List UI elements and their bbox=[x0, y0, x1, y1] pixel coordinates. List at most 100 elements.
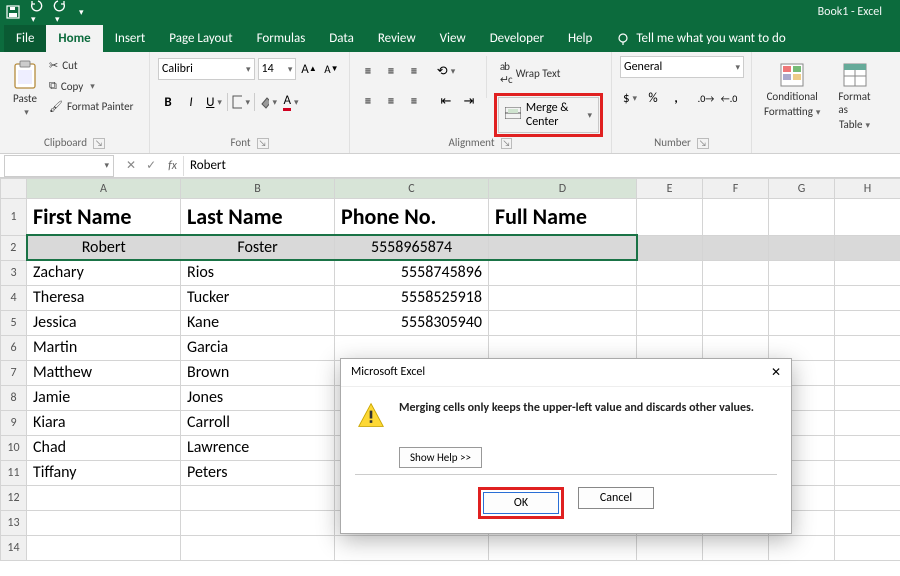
col-header-e[interactable]: E bbox=[637, 179, 703, 199]
cell[interactable]: 5558305940 bbox=[335, 311, 488, 334]
cell[interactable]: 5558525918 bbox=[335, 286, 488, 309]
decrease-decimal-icon[interactable]: ←.0 bbox=[719, 88, 739, 108]
table-row[interactable]: 4TheresaTucker5558525918 bbox=[1, 285, 900, 310]
merge-center-button[interactable]: Merge & Center ▾ bbox=[498, 97, 599, 133]
cell[interactable] bbox=[335, 346, 488, 350]
col-header-f[interactable]: F bbox=[703, 179, 769, 199]
align-center-icon[interactable]: ≡ bbox=[381, 91, 401, 111]
increase-decimal-icon[interactable]: .0→ bbox=[696, 88, 716, 108]
cell[interactable]: Robert bbox=[28, 236, 181, 259]
format-as-table-button[interactable]: Format as Table▾ bbox=[834, 58, 874, 135]
align-top-icon[interactable]: ≡ bbox=[358, 61, 378, 81]
cell[interactable] bbox=[489, 271, 636, 275]
select-all-corner[interactable] bbox=[1, 179, 27, 199]
cancel-button[interactable]: Cancel bbox=[578, 487, 654, 509]
format-painter-button[interactable]: 🖌Format Painter bbox=[46, 99, 136, 114]
dialog-launcher-icon[interactable]: ↘ bbox=[93, 138, 105, 149]
close-icon[interactable]: ✕ bbox=[771, 365, 781, 380]
paste-button[interactable]: Paste ▾ bbox=[8, 56, 42, 122]
cell[interactable]: Peters bbox=[181, 461, 334, 484]
cell[interactable]: Rios bbox=[181, 261, 334, 284]
font-size-combo[interactable]: 14▾ bbox=[258, 58, 297, 80]
wrap-text-button[interactable]: ab↵c Wrap Text bbox=[494, 57, 603, 89]
comma-icon[interactable]: , bbox=[666, 88, 686, 108]
align-left-icon[interactable]: ≡ bbox=[358, 91, 378, 111]
col-header-a[interactable]: A bbox=[27, 179, 181, 199]
header-cell[interactable]: Full Name bbox=[489, 199, 636, 234]
ok-button[interactable]: OK bbox=[483, 492, 559, 514]
cell[interactable] bbox=[489, 321, 636, 325]
tab-review[interactable]: Review bbox=[366, 25, 428, 52]
cell[interactable]: 5558745896 bbox=[335, 261, 488, 284]
table-row[interactable]: 2RobertFoster5558965874 bbox=[1, 235, 900, 260]
cell[interactable]: Matthew bbox=[27, 361, 180, 384]
conditional-formatting-button[interactable]: Conditional Formatting▾ bbox=[760, 58, 824, 122]
tab-home[interactable]: Home bbox=[46, 25, 102, 52]
save-icon[interactable] bbox=[6, 5, 20, 19]
align-bottom-icon[interactable]: ≡ bbox=[404, 61, 424, 81]
cell[interactable]: Carroll bbox=[181, 411, 334, 434]
cell[interactable]: Chad bbox=[27, 436, 180, 459]
tab-insert[interactable]: Insert bbox=[103, 25, 158, 52]
tab-developer[interactable]: Developer bbox=[478, 25, 556, 52]
name-box[interactable]: ▾ bbox=[4, 155, 114, 177]
cell[interactable]: Tiffany bbox=[27, 461, 180, 484]
tab-data[interactable]: Data bbox=[317, 25, 366, 52]
header-cell[interactable]: Phone No. bbox=[335, 199, 488, 234]
header-cell[interactable]: First Name bbox=[27, 199, 180, 234]
tab-formulas[interactable]: Formulas bbox=[245, 25, 318, 52]
cell[interactable] bbox=[489, 246, 636, 250]
copy-button[interactable]: ⧉Copy▾ bbox=[46, 78, 136, 94]
italic-button[interactable]: I bbox=[181, 92, 201, 112]
number-format-combo[interactable]: General▾ bbox=[620, 56, 744, 78]
fx-icon[interactable]: fx bbox=[168, 159, 177, 173]
font-name-combo[interactable]: Calibri▾ bbox=[158, 58, 255, 80]
cell[interactable]: Jessica bbox=[27, 311, 180, 334]
cell[interactable] bbox=[489, 296, 636, 300]
align-right-icon[interactable]: ≡ bbox=[404, 91, 424, 111]
bold-button[interactable]: B bbox=[158, 92, 178, 112]
column-headers[interactable]: A B C D E F G H bbox=[1, 179, 900, 199]
col-header-c[interactable]: C bbox=[335, 179, 489, 199]
table-row[interactable]: 3ZacharyRios5558745896 bbox=[1, 260, 900, 285]
enter-formula-icon[interactable]: ✓ bbox=[146, 158, 156, 173]
font-color-button[interactable]: A▾ bbox=[281, 92, 301, 112]
orientation-icon[interactable]: ⟲▾ bbox=[436, 61, 456, 81]
qat-customize-icon[interactable]: ▾ bbox=[79, 7, 84, 18]
tab-page-layout[interactable]: Page Layout bbox=[157, 25, 244, 52]
dialog-launcher-icon[interactable]: ↘ bbox=[501, 138, 513, 149]
col-header-d[interactable]: D bbox=[489, 179, 637, 199]
dialog-launcher-icon[interactable]: ↘ bbox=[257, 138, 269, 149]
cell[interactable]: Kane bbox=[181, 311, 334, 334]
tab-file[interactable]: File bbox=[4, 25, 46, 52]
increase-font-icon[interactable]: A▲ bbox=[299, 59, 318, 79]
percent-icon[interactable]: % bbox=[643, 88, 663, 108]
cell[interactable]: Theresa bbox=[27, 286, 180, 309]
decrease-font-icon[interactable]: A▼ bbox=[322, 59, 341, 79]
cell[interactable]: Jones bbox=[181, 386, 334, 409]
col-header-g[interactable]: G bbox=[769, 179, 835, 199]
cell[interactable]: Zachary bbox=[27, 261, 180, 284]
table-row[interactable]: 14 bbox=[1, 535, 900, 560]
cell[interactable] bbox=[489, 346, 636, 350]
header-cell[interactable]: Last Name bbox=[181, 199, 334, 234]
cell[interactable]: Martin bbox=[27, 336, 180, 359]
fill-color-button[interactable]: ▾ bbox=[258, 92, 278, 112]
col-header-b[interactable]: B bbox=[181, 179, 335, 199]
decrease-indent-icon[interactable]: ⇤ bbox=[436, 91, 456, 111]
tab-view[interactable]: View bbox=[428, 25, 478, 52]
show-help-button[interactable]: Show Help >> bbox=[399, 447, 482, 468]
cell[interactable]: 5558965874 bbox=[335, 236, 488, 259]
increase-indent-icon[interactable]: ⇥ bbox=[459, 91, 479, 111]
undo-icon[interactable]: ▾ bbox=[28, 0, 44, 26]
dialog-launcher-icon[interactable]: ↘ bbox=[697, 138, 709, 149]
redo-icon[interactable]: ▾ bbox=[52, 0, 68, 26]
table-row[interactable]: 5JessicaKane5558305940 bbox=[1, 310, 900, 335]
tab-help[interactable]: Help bbox=[556, 25, 604, 52]
borders-button[interactable]: ▾ bbox=[231, 92, 251, 112]
table-row[interactable]: 1First NameLast NamePhone No.Full Name bbox=[1, 199, 900, 236]
align-middle-icon[interactable]: ≡ bbox=[381, 61, 401, 81]
underline-button[interactable]: U▾ bbox=[204, 92, 224, 112]
cut-button[interactable]: ✂Cut bbox=[46, 58, 136, 73]
accounting-icon[interactable]: $▾ bbox=[620, 88, 640, 108]
